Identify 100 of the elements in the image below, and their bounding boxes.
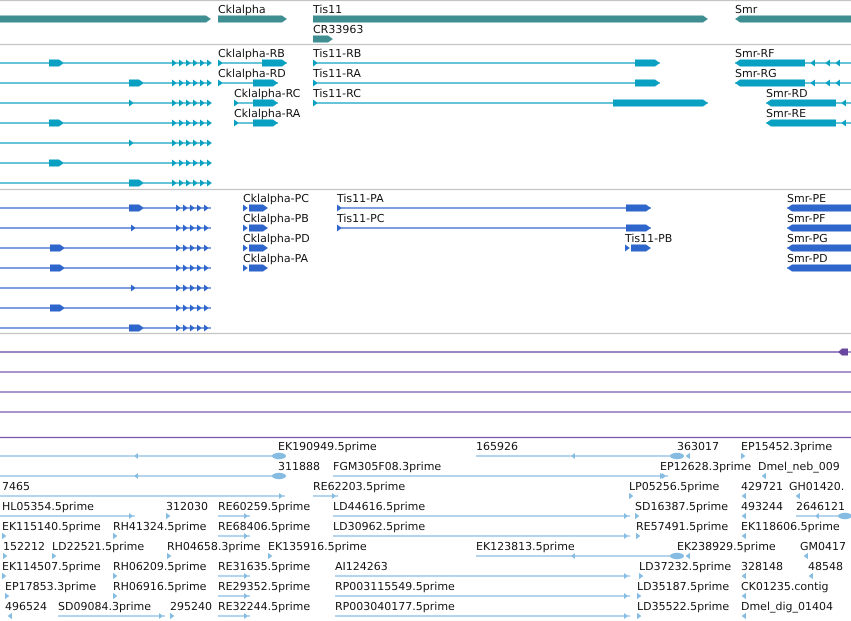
transcript-feature[interactable] (0, 180, 212, 186)
est-feature[interactable] (742, 592, 746, 600)
est-feature[interactable] (742, 512, 746, 520)
est-feature[interactable] (335, 593, 630, 599)
protein-feature[interactable] (0, 224, 211, 232)
est-feature[interactable] (639, 572, 644, 580)
protein-feature[interactable] (787, 204, 851, 212)
transcript-feature[interactable] (313, 80, 660, 86)
est-feature[interactable] (637, 612, 642, 620)
transcript-feature[interactable] (735, 60, 851, 66)
est-feature[interactable] (218, 573, 250, 579)
transcript-feature[interactable] (735, 80, 851, 86)
est-feature[interactable] (636, 532, 640, 540)
protein-feature[interactable] (243, 224, 268, 232)
protein-feature[interactable] (0, 324, 211, 332)
feature-label: 328148 (741, 560, 783, 573)
est-feature[interactable] (333, 513, 630, 519)
transcript-feature[interactable] (0, 160, 212, 166)
protein-feature[interactable] (243, 244, 268, 252)
est-feature[interactable] (741, 452, 746, 460)
protein-feature[interactable] (337, 224, 651, 232)
transcript-feature[interactable] (234, 100, 278, 106)
est-feature[interactable] (635, 512, 640, 520)
est-feature[interactable] (804, 552, 808, 560)
est-feature[interactable] (0, 513, 135, 519)
est-feature[interactable] (796, 492, 800, 500)
est-feature[interactable] (5, 592, 10, 600)
est-feature[interactable] (218, 533, 250, 539)
transcript-feature[interactable] (0, 100, 212, 106)
transcript-feature[interactable] (766, 100, 851, 106)
feature-label: LD37232.5prime (639, 560, 732, 573)
est-feature[interactable] (52, 552, 56, 560)
est-feature[interactable] (742, 612, 746, 620)
est-feature[interactable] (166, 512, 170, 520)
protein-feature[interactable] (243, 204, 268, 212)
est-feature[interactable] (113, 532, 118, 540)
track-feature[interactable] (0, 348, 848, 356)
feature-label: GH01420. (789, 480, 844, 493)
feature-label: Smr-RD (766, 87, 808, 100)
protein-feature[interactable] (337, 204, 651, 212)
est-feature[interactable] (335, 613, 630, 619)
protein-feature[interactable] (0, 284, 211, 292)
transcript-feature[interactable] (0, 140, 212, 146)
protein-feature[interactable] (0, 244, 211, 252)
est-feature[interactable] (0, 452, 286, 460)
est-feature[interactable] (637, 592, 642, 600)
est-feature[interactable] (218, 593, 250, 599)
protein-feature[interactable] (0, 304, 211, 312)
est-feature[interactable] (0, 493, 285, 499)
est-feature[interactable] (742, 492, 746, 500)
feature-label: Tis11-RC (313, 87, 361, 100)
est-feature[interactable] (113, 572, 118, 580)
protein-feature[interactable] (787, 264, 851, 272)
est-feature[interactable] (167, 552, 172, 560)
est-feature[interactable] (268, 552, 272, 560)
transcript-feature[interactable] (234, 120, 278, 126)
transcript-feature[interactable] (0, 60, 212, 66)
est-feature[interactable] (218, 513, 250, 519)
est-feature[interactable] (476, 452, 684, 460)
est-feature[interactable] (796, 512, 851, 520)
protein-feature[interactable] (787, 224, 851, 232)
est-feature[interactable] (333, 473, 668, 479)
protein-feature[interactable] (787, 244, 851, 252)
est-feature[interactable] (58, 613, 165, 619)
est-feature[interactable] (218, 613, 250, 619)
est-feature[interactable] (335, 573, 630, 579)
feature-label: RH06916.5prime (113, 580, 206, 593)
est-feature[interactable] (742, 572, 746, 580)
est-feature[interactable] (629, 492, 634, 500)
transcript-feature[interactable] (766, 120, 851, 126)
gene-feature[interactable] (735, 16, 851, 22)
feature-label: LP05256.5prime (629, 480, 720, 493)
est-feature[interactable] (742, 532, 746, 540)
est-feature[interactable] (762, 472, 766, 480)
feature-label: RH06209.5prime (113, 560, 206, 573)
est-feature[interactable] (2, 572, 6, 580)
est-feature[interactable] (333, 533, 630, 539)
est-feature[interactable] (113, 592, 118, 600)
feature-label: 7465 (2, 480, 30, 493)
transcript-feature[interactable] (313, 60, 660, 66)
est-feature[interactable] (8, 612, 12, 620)
est-feature[interactable] (2, 532, 6, 540)
transcript-feature[interactable] (218, 60, 287, 66)
est-feature[interactable] (170, 612, 174, 620)
transcript-feature[interactable] (218, 80, 278, 86)
transcript-feature[interactable] (0, 80, 212, 86)
transcript-feature[interactable] (0, 120, 212, 126)
est-feature[interactable] (808, 572, 813, 580)
gene-feature[interactable] (313, 36, 333, 42)
protein-feature[interactable] (0, 264, 211, 272)
protein-feature[interactable] (625, 244, 651, 252)
est-feature[interactable] (476, 552, 684, 560)
est-feature[interactable] (660, 472, 664, 480)
transcript-feature[interactable] (313, 100, 708, 106)
est-feature[interactable] (0, 472, 286, 480)
protein-feature[interactable] (243, 264, 268, 272)
protein-feature[interactable] (0, 204, 211, 212)
est-feature[interactable] (3, 552, 8, 560)
est-feature[interactable] (313, 493, 338, 499)
gene-feature[interactable] (218, 16, 287, 22)
